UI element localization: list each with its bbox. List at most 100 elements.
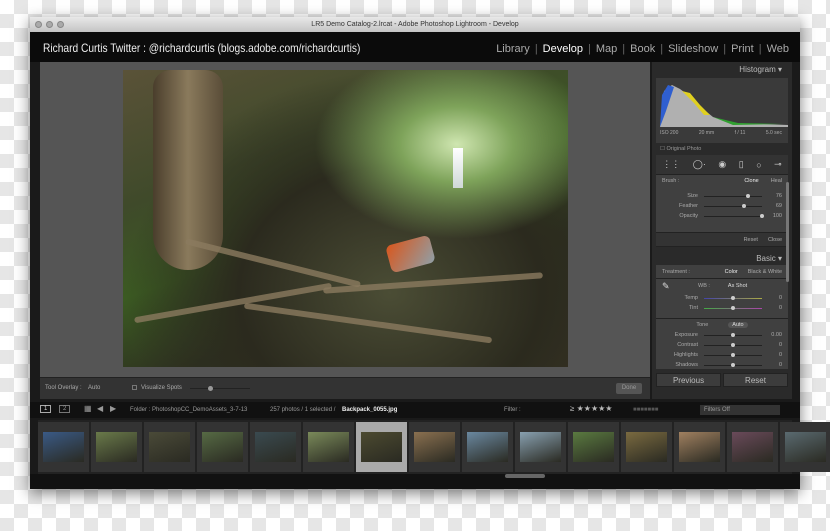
filmstrip-thumbnail[interactable] xyxy=(515,422,566,472)
crop-tool-icon[interactable]: ⋮⋮ xyxy=(662,159,680,170)
graduated-filter-icon[interactable]: ▯ xyxy=(739,159,744,170)
shutter-speed: 5.0 sec xyxy=(765,130,782,136)
slider-value[interactable]: 0 xyxy=(768,362,782,368)
close-window-button[interactable] xyxy=(35,21,42,28)
filmstrip-thumbnail[interactable] xyxy=(303,422,354,472)
module-book[interactable]: Book xyxy=(625,43,660,55)
slider-knob[interactable] xyxy=(760,213,764,218)
radial-filter-icon[interactable]: ○ xyxy=(756,160,761,170)
adjustment-brush-icon[interactable]: ⊸ xyxy=(774,159,782,170)
brush-close-button[interactable]: Close xyxy=(768,237,782,243)
opacity-slider[interactable] xyxy=(704,213,764,218)
filter-preset-select[interactable]: Filters Off xyxy=(700,405,780,415)
done-button[interactable]: Done xyxy=(616,383,642,394)
highlights-slider[interactable] xyxy=(704,352,762,357)
slider-label: Opacity xyxy=(679,213,698,219)
tint-slider[interactable] xyxy=(704,305,762,310)
temp-slider[interactable] xyxy=(704,295,762,300)
visualize-spots-checkbox[interactable] xyxy=(132,385,137,390)
slider-knob[interactable] xyxy=(731,332,735,337)
treatment-bw[interactable]: Black & White xyxy=(748,269,782,275)
reset-button[interactable]: Reset xyxy=(723,373,788,387)
filmstrip-thumbnail[interactable] xyxy=(38,422,89,472)
heal-button[interactable]: Heal xyxy=(771,178,782,184)
slider-value[interactable]: 0.00 xyxy=(768,332,782,338)
basic-header[interactable]: Basic ▾ xyxy=(652,251,792,265)
wb-select[interactable]: As Shot xyxy=(728,283,747,289)
slider-knob[interactable] xyxy=(731,295,735,300)
back-arrow-icon[interactable]: ◀ xyxy=(97,404,103,413)
image-view[interactable] xyxy=(40,62,650,377)
filmstrip-thumbnail[interactable] xyxy=(250,422,301,472)
forward-arrow-icon[interactable]: ▶ xyxy=(110,404,116,413)
bottom-panel-toggle[interactable] xyxy=(30,474,800,489)
folder-source[interactable]: Folder : PhotoshopCC_DemoAssets_3-7-13 xyxy=(130,407,247,413)
previous-button[interactable]: Previous xyxy=(656,373,721,387)
main-window-button[interactable]: 1 xyxy=(40,405,52,413)
zoom-window-button[interactable] xyxy=(57,21,64,28)
module-map[interactable]: Map xyxy=(591,43,622,55)
histogram-header[interactable]: Histogram ▾ xyxy=(652,62,792,76)
module-picker: Library | Develop | Map | Book | Slideshow | Print… xyxy=(491,43,794,55)
rating-filter-stars[interactable]: ≥ ★★★★★ xyxy=(570,404,612,413)
module-print[interactable]: Print xyxy=(726,43,759,55)
slider-value[interactable]: 0 xyxy=(768,352,782,358)
original-photo-toggle[interactable]: ☐ Original Photo xyxy=(652,143,792,155)
slider-knob[interactable] xyxy=(731,342,735,347)
histogram-graph xyxy=(660,85,788,127)
tone-auto-button[interactable]: Auto xyxy=(728,321,748,328)
filmstrip-thumbnail[interactable] xyxy=(91,422,142,472)
spot-removal-panel: Brush : Clone Heal Size 76 Feather 69 Opacity 1… xyxy=(656,175,788,233)
brush-reset-button[interactable]: Reset xyxy=(744,237,758,243)
slider-knob[interactable] xyxy=(731,362,735,367)
filmstrip-thumbnail[interactable] xyxy=(356,422,407,472)
spot-removal-tool-icon[interactable]: ◯· xyxy=(693,159,706,170)
histogram[interactable]: ISO 200 20 mm f / 11 5.0 sec xyxy=(656,78,788,143)
filmstrip-thumbnail[interactable] xyxy=(462,422,513,472)
filmstrip-thumbnail[interactable] xyxy=(568,422,619,472)
slider-value[interactable]: 76 xyxy=(768,193,782,199)
filmstrip-thumbnail[interactable] xyxy=(780,422,830,472)
grid-view-icon[interactable]: ▦ xyxy=(84,404,92,413)
filmstrip-thumbnail[interactable] xyxy=(674,422,725,472)
minimize-window-button[interactable] xyxy=(46,21,53,28)
module-web[interactable]: Web xyxy=(762,43,794,55)
wb-eyedropper-icon[interactable]: ✎ xyxy=(662,281,676,292)
filmstrip-thumbnail[interactable] xyxy=(621,422,672,472)
module-develop[interactable]: Develop xyxy=(538,43,588,55)
slider-label: Temp xyxy=(684,295,698,301)
slider-value[interactable]: 0 xyxy=(768,342,782,348)
tool-overlay-select[interactable]: Auto xyxy=(88,385,100,391)
secondary-window-button[interactable]: 2 xyxy=(59,405,71,413)
slider-value[interactable]: 0 xyxy=(768,305,782,311)
module-slideshow[interactable]: Slideshow xyxy=(663,43,723,55)
clone-button[interactable]: Clone xyxy=(744,178,758,184)
color-label-filters[interactable]: ■■■■■■■ xyxy=(633,407,658,413)
slider-knob[interactable] xyxy=(742,203,747,208)
original-photo-label: Original Photo xyxy=(666,146,702,152)
contrast-slider[interactable] xyxy=(704,342,762,347)
filmstrip-thumbnail[interactable] xyxy=(727,422,778,472)
visualize-spots-slider[interactable] xyxy=(190,386,250,391)
right-panel-scrollbar[interactable] xyxy=(786,182,789,282)
filmstrip-thumbnail[interactable] xyxy=(409,422,460,472)
treatment-color[interactable]: Color xyxy=(725,269,738,275)
slider-value[interactable]: 0 xyxy=(768,295,782,301)
filmstrip-thumbnail[interactable] xyxy=(144,422,195,472)
selected-filename[interactable]: Backpack_0055.jpg xyxy=(342,407,397,413)
exposure-slider[interactable] xyxy=(704,332,762,337)
size-slider[interactable] xyxy=(704,193,762,198)
slider-knob[interactable] xyxy=(731,305,735,310)
slider-value[interactable]: 69 xyxy=(768,203,782,209)
feather-slider[interactable] xyxy=(704,203,762,208)
photo-preview[interactable] xyxy=(123,70,568,367)
filmstrip-thumbnail[interactable] xyxy=(197,422,248,472)
slider-value[interactable]: 100 xyxy=(768,213,782,219)
filmstrip-scrollbar[interactable] xyxy=(505,474,545,478)
slider-knob[interactable] xyxy=(746,193,751,198)
module-library[interactable]: Library xyxy=(491,43,535,55)
slider-knob[interactable] xyxy=(731,352,735,357)
shadows-slider[interactable] xyxy=(704,362,762,367)
white-balance-section: ✎ WB : As Shot Temp 0 Tint 0 xyxy=(656,279,788,319)
red-eye-tool-icon[interactable]: ◉ xyxy=(718,159,726,170)
